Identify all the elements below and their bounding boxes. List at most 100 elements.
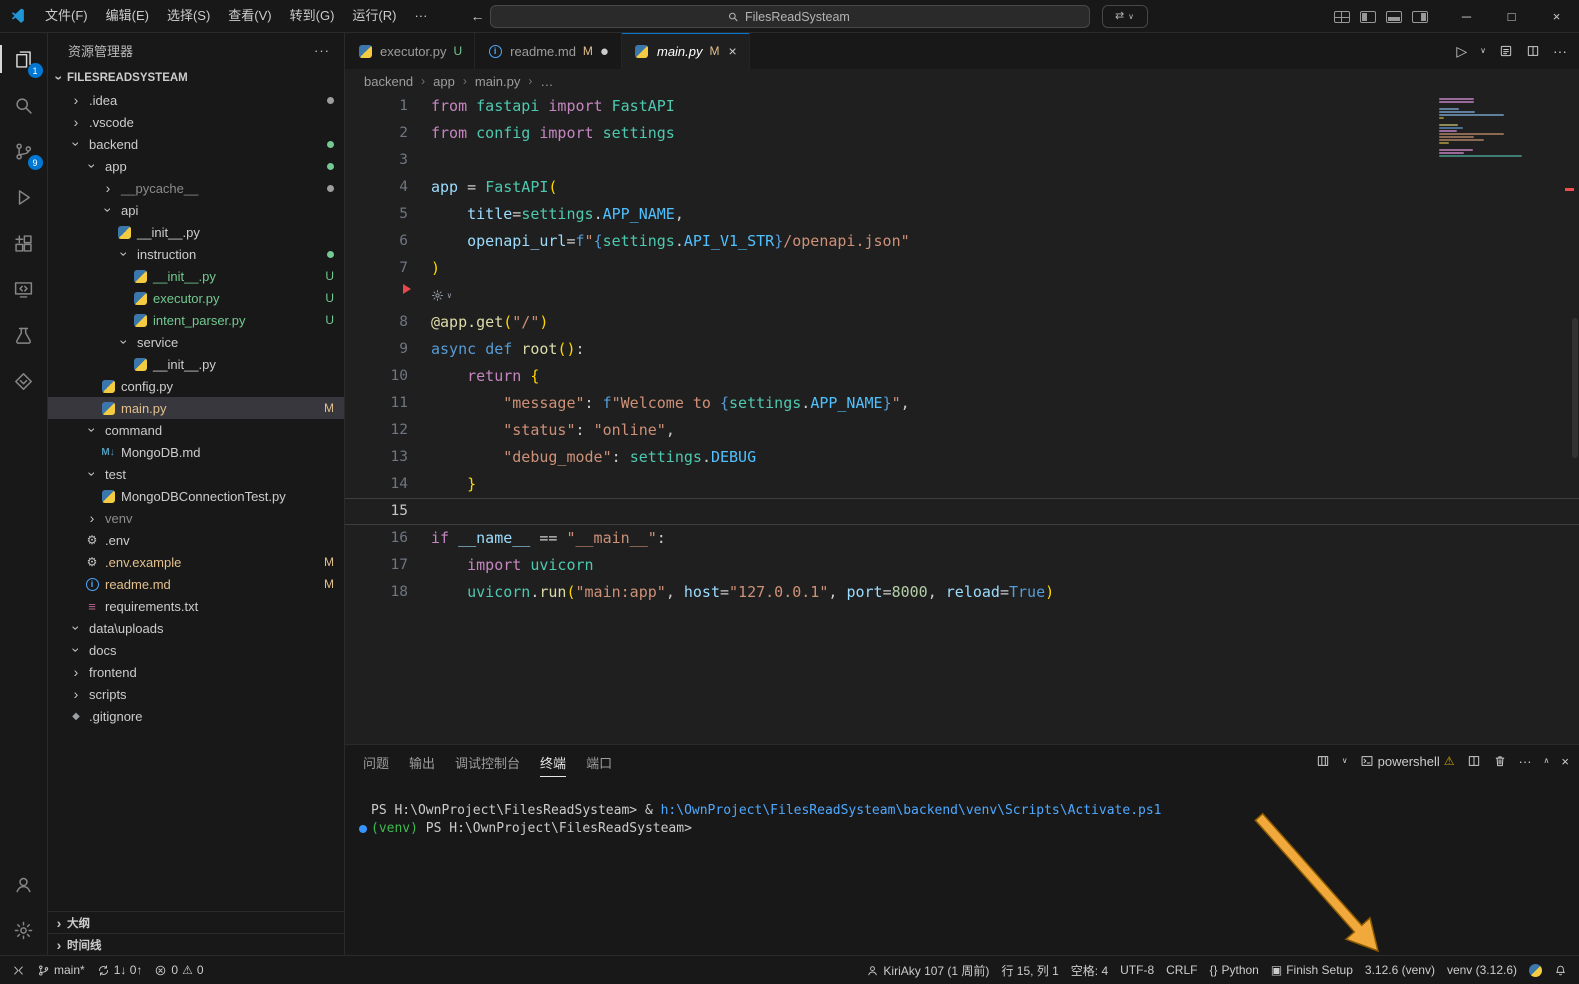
menu-item[interactable]: 编辑(E) [97,5,158,27]
activity-custom[interactable] [0,358,48,404]
tree-item[interactable]: ›instruction [48,243,344,265]
kill-terminal-button-icon[interactable] [1493,754,1507,768]
maximize-button[interactable]: □ [1489,0,1534,33]
tree-item[interactable]: ›venv [48,507,344,529]
panel-tab[interactable]: 输出 [409,746,435,777]
nav-back-icon[interactable]: ← [470,9,484,23]
breadcrumb-item[interactable]: app [433,74,455,89]
close-button[interactable]: × [1534,0,1579,33]
code-line[interactable]: 7) [345,255,1579,282]
tree-item[interactable]: ›.idea [48,89,344,111]
tree-item[interactable]: ›scripts [48,683,344,705]
status-python-environment[interactable]: venv (3.12.6) [1441,956,1523,984]
terminal-output[interactable]: PS H:\OwnProject\FilesReadSysteam> & h:\… [345,777,1579,955]
interactive-window-button-icon[interactable] [1499,44,1513,58]
status-indentation[interactable]: 空格: 4 [1065,956,1114,984]
activity-testing[interactable] [0,312,48,358]
menu-item[interactable]: 转到(G) [281,5,344,27]
toggle-secondary-sidebar-icon[interactable] [1412,11,1428,23]
tree-item[interactable]: ireadme.mdM [48,573,344,595]
breadcrumb-item[interactable]: backend [364,74,413,89]
panel-tab[interactable]: 终端 [540,746,566,777]
tree-item[interactable]: executor.pyU [48,287,344,309]
customize-layout-icon[interactable] [1334,11,1350,23]
activity-account[interactable] [0,861,48,907]
menu-item[interactable]: 选择(S) [158,5,219,27]
editor-tab[interactable]: ireadme.mdM● [475,33,622,69]
activity-remote-explorer[interactable] [0,266,48,312]
activity-debug[interactable] [0,174,48,220]
titlebar-extra-button[interactable]: ⇄ ∨ [1102,5,1148,28]
terminal-instance[interactable]: powershell⚠ [1360,754,1455,769]
status-git-branch[interactable]: main* [31,956,91,984]
activity-extensions[interactable] [0,220,48,266]
code-line[interactable]: 17 import uvicorn [345,552,1579,579]
code-line[interactable]: 11 "message": f"Welcome to {settings.APP… [345,390,1579,417]
status-notifications-bell[interactable] [1548,956,1573,984]
tree-item[interactable]: ›__pycache__ [48,177,344,199]
tree-item[interactable]: ›data\uploads [48,617,344,639]
scrollbar-thumb[interactable] [1572,318,1578,458]
split-editor-button-icon[interactable] [1526,44,1540,58]
code-line[interactable]: 16if __name__ == "__main__": [345,525,1579,552]
status-git-blame[interactable]: KiriAky 107 (1 周前) [860,956,995,984]
status-finish-setup[interactable]: ▣Finish Setup [1265,956,1359,984]
tree-item[interactable]: __init__.pyU [48,265,344,287]
tree-item[interactable]: ›service [48,331,344,353]
code-line[interactable]: 1from fastapi import FastAPI [345,93,1579,120]
panel-tab[interactable]: 调试控制台 [455,746,520,777]
status-remote-indicator[interactable] [6,956,31,984]
sidebar-section-outline[interactable]: ›大纲 [48,911,344,933]
tree-item[interactable]: MongoDBConnectionTest.py [48,485,344,507]
tree-item[interactable]: ›.vscode [48,111,344,133]
inline-widget-row[interactable]: ∨ [345,282,1579,309]
tree-item[interactable]: ›command [48,419,344,441]
code-line[interactable]: 15 [345,498,1579,525]
code-line[interactable]: 2from config import settings [345,120,1579,147]
tree-item[interactable]: ›app [48,155,344,177]
tree-item[interactable]: main.pyM [48,397,344,419]
code-line[interactable]: 4app = FastAPI( [345,174,1579,201]
code-line[interactable]: 3 [345,147,1579,174]
code-editor[interactable]: 1from fastapi import FastAPI2from config… [345,93,1579,744]
run-python-button-icon[interactable]: ▷ [1456,44,1467,58]
code-line[interactable]: 6 openapi_url=f"{settings.API_V1_STR}/op… [345,228,1579,255]
toggle-primary-sidebar-icon[interactable] [1360,11,1376,23]
toggle-panel-icon[interactable] [1386,11,1402,23]
menu-item[interactable]: 查看(V) [219,5,280,27]
status-python-logo[interactable] [1523,956,1548,984]
maximize-panel-button-icon[interactable]: ∧ [1544,757,1550,765]
explorer-section-header[interactable]: › FILESREADSYSTEAM [48,67,344,89]
tree-item[interactable]: ◆.gitignore [48,705,344,727]
code-line[interactable]: 9async def root(): [345,336,1579,363]
status-eol[interactable]: CRLF [1160,956,1203,984]
tree-item[interactable]: ›docs [48,639,344,661]
activity-search[interactable] [0,82,48,128]
tree-item[interactable]: intent_parser.pyU [48,309,344,331]
minimize-button[interactable]: ─ [1444,0,1489,33]
menu-item[interactable]: ··· [405,5,436,27]
menu-item[interactable]: 文件(F) [36,5,97,27]
tree-item[interactable]: config.py [48,375,344,397]
sidebar-more-actions[interactable]: ··· [314,43,330,58]
tree-item[interactable]: ›test [48,463,344,485]
activity-scm[interactable]: 9 [0,128,48,174]
sidebar-section-timeline[interactable]: ›时间线 [48,933,344,955]
code-line[interactable]: 8@app.get("/") [345,309,1579,336]
terminal-views-button-icon[interactable] [1316,754,1330,768]
code-line[interactable]: 5 title=settings.APP_NAME, [345,201,1579,228]
activity-gear[interactable] [0,907,48,953]
terminal-profile-dropdown-icon[interactable]: ∨ [1342,757,1348,765]
editor-tab[interactable]: main.pyM× [622,33,750,69]
split-terminal-button-icon[interactable] [1467,754,1481,768]
panel-tab[interactable]: 问题 [363,746,389,777]
code-line[interactable]: 14 } [345,471,1579,498]
tree-item[interactable]: ›api [48,199,344,221]
tree-item[interactable]: M↓MongoDB.md [48,441,344,463]
tree-item[interactable]: ›backend [48,133,344,155]
activity-explorer[interactable]: 1 [0,36,48,82]
status-sync-changes[interactable]: 1↓ 0↑ [91,956,149,984]
command-center-search[interactable]: ⚲ FilesReadSysteam [490,5,1090,28]
tree-item[interactable]: ≡requirements.txt [48,595,344,617]
tree-item[interactable]: ›frontend [48,661,344,683]
